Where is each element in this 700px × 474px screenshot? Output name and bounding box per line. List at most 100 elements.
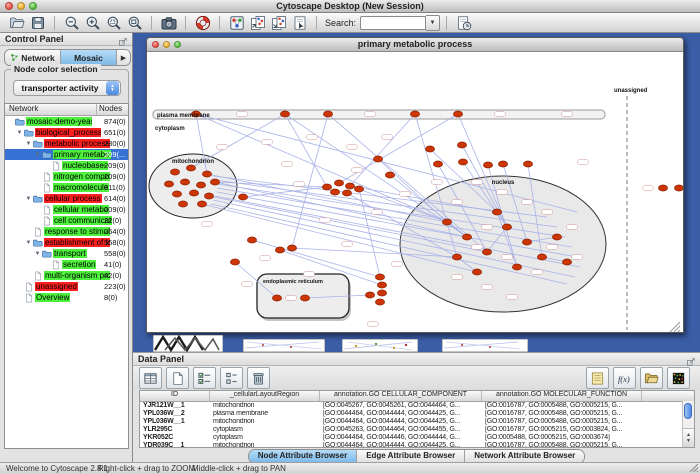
tree-row[interactable]: ▼metabolic process280(0) <box>5 138 128 149</box>
table-column-header[interactable]: annotation.GO CELLULAR_COMPONENT <box>320 391 482 401</box>
tab-network[interactable]: Network <box>5 50 61 65</box>
zoom-fit-icon[interactable] <box>125 14 144 32</box>
attribute-table-header[interactable]: ID_cellularLayoutRegionannotation.GO CEL… <box>140 391 694 402</box>
table-row[interactable]: YPL036W__2plasma membrane[GO:0044464, GO… <box>140 410 694 418</box>
tree-row[interactable]: mosaic-demo-yeast874(0) <box>5 116 128 127</box>
folder-icon <box>41 150 53 160</box>
annotation-icon[interactable] <box>290 14 309 32</box>
tab-overflow-arrow-icon[interactable]: ▶ <box>117 50 130 65</box>
table-cell: [GO:0045263, GO:0044464, GO:0044455, G..… <box>320 426 482 434</box>
table-cell: [GO:0044464, GO:0044444, GO:0044425, G..… <box>320 410 482 418</box>
tree-row-count: 8(0) <box>104 293 117 302</box>
tree-row[interactable]: unassigned223(0) <box>5 281 128 292</box>
node-color-dropdown[interactable]: transporter activity ▲▼ <box>13 80 121 96</box>
tree-row[interactable]: nitrogen compo209(0) <box>5 171 128 182</box>
tree-row[interactable]: nucleobase-209(0) <box>5 160 128 171</box>
expander-icon[interactable]: ▼ <box>34 251 41 257</box>
zoom-in-icon[interactable] <box>83 14 102 32</box>
zoom-selected-icon[interactable] <box>104 14 123 32</box>
network-canvas[interactable]: plasma membranecytoplasmmitochondrionnuc… <box>147 52 683 332</box>
tree-row-label: cellular metabo <box>53 205 109 214</box>
search-input[interactable] <box>360 16 426 30</box>
expander-icon[interactable]: ▼ <box>25 240 32 246</box>
table-row[interactable]: YDR039C__1mitochondrion[GO:0044464, GO:0… <box>140 442 694 448</box>
folder-icon <box>23 128 35 138</box>
vizmapper-icon[interactable] <box>227 14 246 32</box>
tree-column-network[interactable]: Network <box>5 104 97 115</box>
tree-row[interactable]: ▼cellular process614(0) <box>5 193 128 204</box>
open-folder-dark-icon[interactable] <box>640 367 663 389</box>
table-scrollbar[interactable]: ▲▼ <box>682 401 694 447</box>
tree-row[interactable]: macromolecule311(0) <box>5 182 128 193</box>
background-window-fragment[interactable] <box>153 335 223 352</box>
tree-row[interactable]: secretion41(0) <box>5 259 128 270</box>
network-window-titlebar[interactable]: primary metabolic process <box>147 38 683 52</box>
background-window-fragment[interactable] <box>243 339 325 352</box>
tree-row-count: 209(0) <box>104 161 126 170</box>
tree-row[interactable]: cell communicat22(0) <box>5 215 128 226</box>
zoom-out-icon[interactable] <box>62 14 81 32</box>
expander-icon[interactable]: ▼ <box>25 196 32 202</box>
attribute-list-icon[interactable] <box>220 367 243 389</box>
tree-row[interactable]: multi-organism pro42(0) <box>5 270 128 281</box>
network-view-window[interactable]: primary metabolic process plasma membran… <box>146 37 684 333</box>
file-icon <box>23 282 35 292</box>
resize-grip-icon[interactable] <box>689 463 699 473</box>
table-row[interactable]: YJR121W__1mitochondrion[GO:0045267, GO:0… <box>140 402 694 410</box>
background-window-fragment[interactable] <box>342 339 418 352</box>
float-panel-icon[interactable] <box>118 34 129 44</box>
import-session-icon[interactable] <box>454 14 473 32</box>
tree-row-label: transport <box>53 249 87 258</box>
copy-network-a-icon[interactable] <box>248 14 267 32</box>
save-icon[interactable] <box>28 14 47 32</box>
table-cell: YDR039C__1 <box>140 442 210 448</box>
expander-icon[interactable]: ▼ <box>34 152 41 158</box>
function-icon[interactable]: f(x) <box>613 367 636 389</box>
expander-icon[interactable]: ▼ <box>16 130 23 136</box>
label-endoplasmic-reticulum: endoplasmic reticulum <box>263 279 323 285</box>
delete-trash-icon[interactable] <box>247 367 270 389</box>
tree-row-count: 209(0) <box>104 172 126 181</box>
table-grid-icon[interactable] <box>139 367 162 389</box>
tree-row[interactable]: response to stimulu264(0) <box>5 226 128 237</box>
tree-row-count: 651(0) <box>104 128 126 137</box>
table-row[interactable]: YLR295Ccytoplasm[GO:0045263, GO:0044464,… <box>140 426 694 434</box>
tab-label: Mosaic <box>74 53 103 63</box>
table-row[interactable]: YPL036W__1mitochondrion[GO:0044464, GO:0… <box>140 418 694 426</box>
expander-icon[interactable]: ▼ <box>25 141 32 147</box>
label-plasma-membrane: plasma membrane <box>157 113 210 119</box>
tree-row[interactable]: ▼primary metabo209(... <box>5 149 128 160</box>
help-lifering-icon[interactable] <box>193 14 212 32</box>
folder-icon <box>41 249 53 259</box>
table-column-header[interactable]: _cellularLayoutRegion <box>210 391 320 401</box>
camera-icon[interactable] <box>159 14 178 32</box>
table-column-header[interactable]: annotation.GO MOLECULAR_FUNCTION <box>482 391 642 401</box>
file-icon <box>41 216 53 226</box>
app-title: Cytoscape Desktop (New Session) <box>0 1 700 11</box>
select-attributes-icon[interactable] <box>193 367 216 389</box>
tree-row[interactable]: Overview8(0) <box>5 292 128 303</box>
matrix-icon[interactable] <box>667 367 690 389</box>
background-window-fragment[interactable] <box>442 339 528 352</box>
network-graph[interactable]: plasma membranecytoplasmmitochondrionnuc… <box>147 52 683 332</box>
tab-label: Network <box>21 53 55 63</box>
tree-row[interactable]: ▼transport558(0) <box>5 248 128 259</box>
open-folder-icon[interactable] <box>7 14 26 32</box>
network-tree-header[interactable]: Network Nodes <box>5 104 128 116</box>
scrollbar-arrows[interactable]: ▲▼ <box>683 428 694 447</box>
scrollbar-thumb[interactable] <box>684 403 692 419</box>
notes-icon[interactable] <box>586 367 609 389</box>
tree-row[interactable]: ▼establishment of lo558(0) <box>5 237 128 248</box>
tab-mosaic[interactable]: Mosaic <box>61 50 117 65</box>
tree-column-nodes[interactable]: Nodes <box>97 104 128 115</box>
copy-network-b-icon[interactable] <box>269 14 288 32</box>
tree-row[interactable]: ▼biological_process651(0) <box>5 127 128 138</box>
table-column-header[interactable]: ID <box>140 391 210 401</box>
table-row[interactable]: YKR052Ccytoplasm[GO:0044464, GO:0044446,… <box>140 434 694 442</box>
float-panel-icon[interactable] <box>686 354 697 364</box>
tree-row[interactable]: cellular metabo209(0) <box>5 204 128 215</box>
tree-row-label: cellular process <box>44 194 102 203</box>
new-page-icon[interactable] <box>166 367 189 389</box>
search-combo-arrow-icon[interactable]: ▼ <box>426 15 440 31</box>
app-titlebar[interactable]: Cytoscape Desktop (New Session) <box>0 0 700 13</box>
